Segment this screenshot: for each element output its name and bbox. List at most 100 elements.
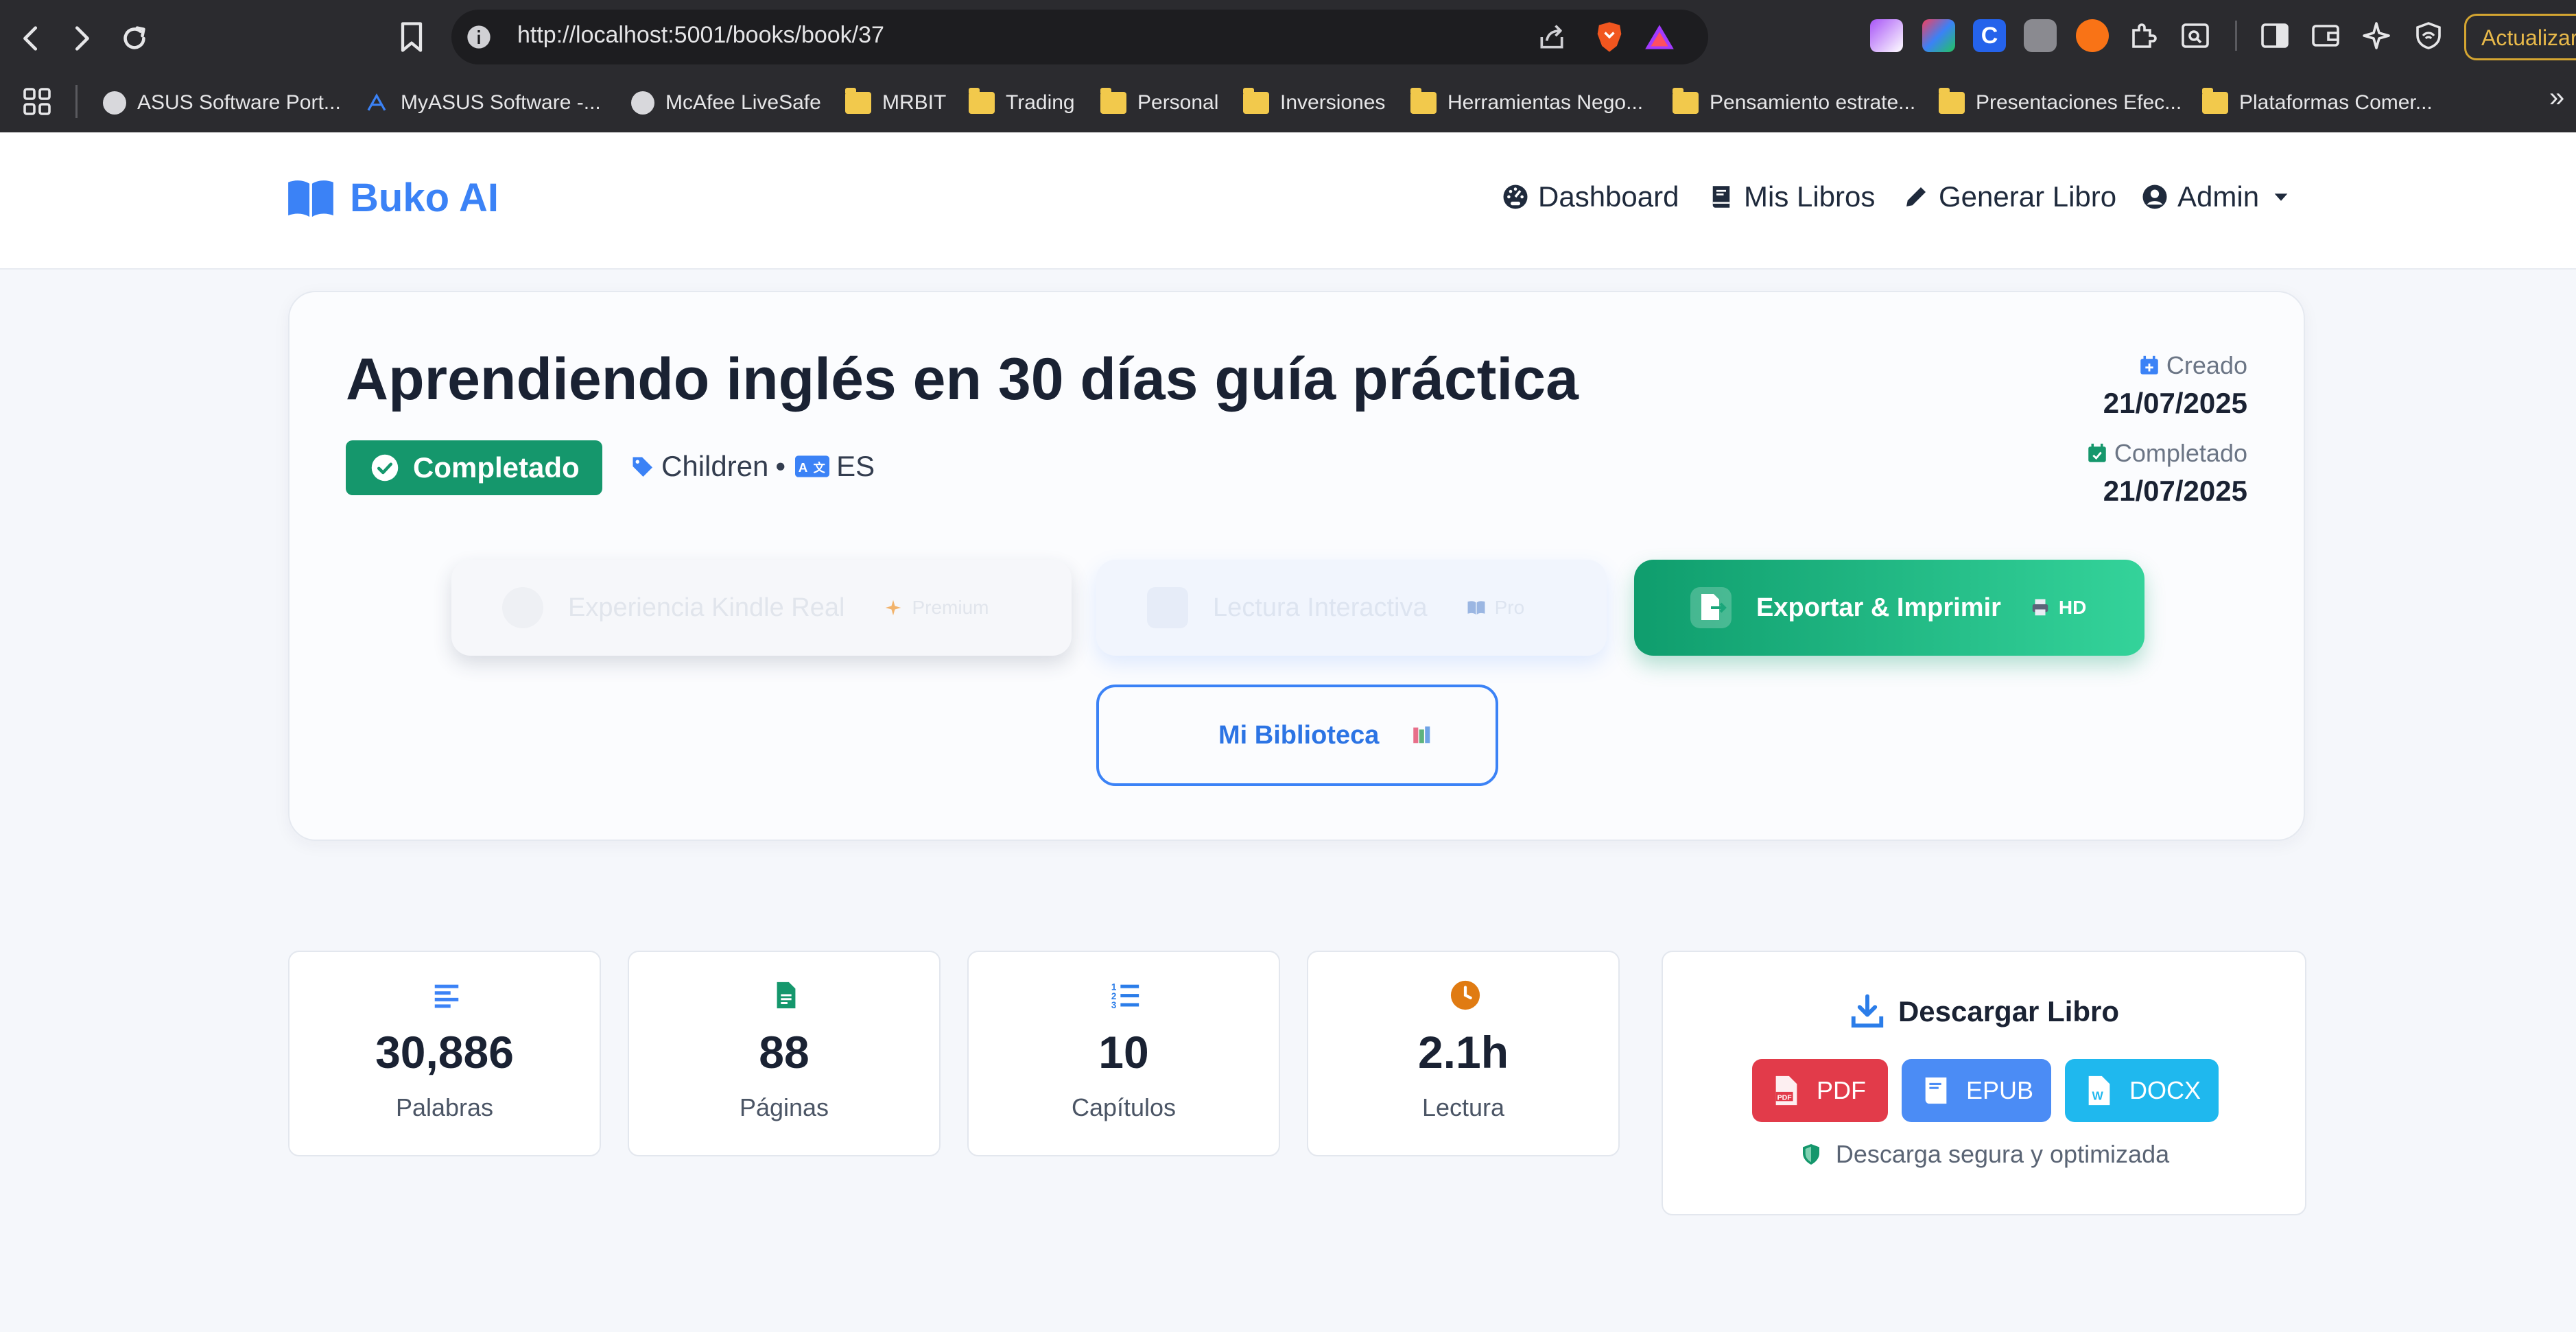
extension-2-icon[interactable] [1922, 19, 1955, 52]
bookmark-label: MRBIT [882, 91, 947, 114]
clock-icon [1450, 980, 1480, 1010]
bookmark-label: Personal [1137, 91, 1219, 114]
browser-toolbar: http://localhost:5001/books/book/37 C Ac… [0, 0, 2576, 74]
leo-ai-icon[interactable] [2360, 19, 2393, 52]
printer-icon [2032, 599, 2048, 616]
stat-card-chapters: 123 10 Capítulos [967, 951, 1280, 1156]
bookmark-item[interactable]: MyASUS Software -... [364, 85, 601, 121]
bookmark-item[interactable]: ASUS Software Port... [103, 85, 341, 121]
forward-button[interactable] [59, 16, 103, 60]
action-label: Exportar & Imprimir [1756, 593, 2001, 622]
file-word-icon: W [2088, 1075, 2110, 1106]
download-epub-button[interactable]: EPUB [1902, 1059, 2051, 1122]
bookmark-folder[interactable]: Herramientas Nego... [1410, 85, 1643, 121]
download-docx-button[interactable]: W DOCX [2065, 1059, 2219, 1122]
interactive-reading-button[interactable]: Lectura Interactiva Pro [1096, 560, 1607, 656]
download-title-text: Descargar Libro [1898, 995, 2120, 1027]
screenshot-search-icon[interactable] [2179, 19, 2212, 52]
download-docx-label: DOCX [2129, 1076, 2201, 1104]
book-title: Aprendiendo inglés en 30 días guía práct… [346, 346, 1579, 412]
url-text[interactable]: http://localhost:5001/books/book/37 [517, 22, 884, 49]
tag-text: Premium [912, 597, 989, 618]
file-pdf-icon: PDF [1775, 1075, 1797, 1106]
info-icon[interactable] [465, 23, 493, 51]
book-icon [1712, 186, 1730, 208]
bookmark-folder[interactable]: Pensamiento estrate... [1673, 85, 1915, 121]
extension-1-icon[interactable] [1870, 19, 1903, 52]
stat-label: Páginas [739, 1093, 829, 1121]
nav-mis-libros[interactable]: Mis Libros [1707, 180, 1875, 213]
completed-date: 21/07/2025 [2103, 475, 2247, 507]
extension-3-icon[interactable]: C [1973, 19, 2006, 52]
bookmark-folder[interactable]: MRBIT [845, 85, 946, 121]
action-label: Mi Biblioteca [1218, 720, 1380, 750]
bookmark-folder[interactable]: Presentaciones Efec... [1939, 85, 2182, 121]
download-pdf-button[interactable]: PDF PDF [1752, 1059, 1888, 1122]
file-export-icon [1690, 587, 1732, 628]
folder-icon [1939, 88, 1965, 114]
update-button[interactable]: Actualizar [2464, 14, 2576, 60]
sparkles-icon [886, 599, 901, 616]
caret-down-icon [2274, 193, 2288, 201]
app-navbar: Buko AI Dashboard Mis Libros Generar Lib… [0, 132, 2576, 270]
toolbar-divider [2235, 21, 2237, 51]
pencil-icon [1906, 187, 1926, 206]
download-epub-label: EPUB [1966, 1076, 2034, 1104]
language-icon: A文 [795, 455, 830, 477]
bookmark-item[interactable]: McAfee LiveSafe [631, 85, 821, 121]
kindle-experience-button[interactable]: Experiencia Kindle Real Premium [451, 560, 1072, 656]
file-icon [777, 982, 796, 1009]
folder-icon [1243, 88, 1269, 114]
folder-icon [845, 88, 871, 114]
kindle-icon [502, 587, 543, 628]
stat-value: 30,886 [375, 1027, 514, 1078]
align-left-icon [434, 984, 459, 1008]
brave-rewards-icon[interactable] [1642, 21, 1677, 55]
user-circle-icon [2142, 185, 2167, 209]
nav-generar-libro[interactable]: Generar Libro [1902, 180, 2116, 213]
extensions-puzzle-icon[interactable] [2127, 19, 2160, 52]
folder-icon [1100, 88, 1126, 114]
extension-5-icon[interactable] [2076, 19, 2109, 52]
status-badge: Completado [346, 440, 602, 495]
bookmark-icon[interactable] [394, 19, 429, 55]
stat-label: Palabras [395, 1093, 494, 1121]
book-meta: Children • A文 ES [630, 450, 875, 483]
vpn-icon[interactable] [2412, 19, 2445, 52]
back-button[interactable] [10, 16, 54, 60]
reload-button[interactable] [113, 16, 156, 60]
svg-text:W: W [2092, 1089, 2103, 1102]
svg-text:PDF: PDF [1777, 1093, 1793, 1102]
bookmarks-overflow-button[interactable]: » [2549, 82, 2564, 113]
open-book-icon [1467, 601, 1485, 615]
nav-dashboard[interactable]: Dashboard [1501, 180, 1679, 213]
bookmark-folder[interactable]: Plataformas Comer... [2202, 85, 2433, 121]
created-date: 21/07/2025 [2103, 387, 2247, 419]
bookmark-label: Plataformas Comer... [2239, 91, 2433, 114]
my-library-button[interactable]: Mi Biblioteca [1096, 685, 1498, 786]
address-bar[interactable]: http://localhost:5001/books/book/37 [451, 10, 1708, 64]
share-icon[interactable] [1537, 22, 1567, 52]
brand-link[interactable]: Buko AI [287, 175, 499, 221]
nav-admin-dropdown[interactable]: Admin [2140, 180, 2291, 213]
bookmark-folder[interactable]: Trading [969, 85, 1075, 121]
bookmark-folder[interactable]: Inversiones [1243, 85, 1385, 121]
calendar-check-icon [2088, 443, 2106, 462]
svg-text:文: 文 [814, 461, 826, 475]
camera-extension-icon[interactable] [2024, 19, 2057, 52]
download-title: Descargar Libro [1663, 993, 2305, 1030]
download-pdf-label: PDF [1817, 1076, 1866, 1104]
bookmark-label: Pensamiento estrate... [1710, 91, 1916, 114]
created-label: Creado [2085, 351, 2247, 380]
nav-label: Generar Libro [1939, 180, 2117, 213]
books-icon [1413, 726, 1430, 744]
pro-tag: Pro [1466, 597, 1524, 619]
sidebar-toggle-icon[interactable] [2258, 19, 2291, 52]
bookmark-folder[interactable]: Personal [1100, 85, 1218, 121]
shield-icon [1802, 1144, 1819, 1165]
export-print-button[interactable]: Exportar & Imprimir HD [1634, 560, 2144, 656]
stat-label: Capítulos [1071, 1093, 1177, 1121]
tag-text: HD [2058, 597, 2087, 618]
wallet-icon[interactable] [2309, 19, 2342, 52]
brave-shield-icon[interactable] [1592, 19, 1627, 55]
